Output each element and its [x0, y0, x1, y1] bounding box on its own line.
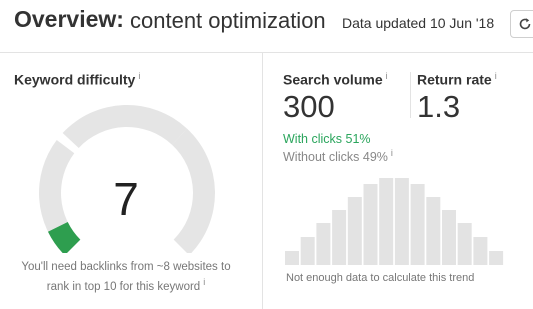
trend-bar	[379, 178, 394, 265]
info-icon[interactable]: i	[495, 71, 497, 81]
data-updated-text: Data updated 10 Jun '18	[342, 15, 495, 31]
return-rate-value: 1.3	[417, 89, 461, 124]
gauge-track-segment	[62, 105, 188, 148]
keyword-difficulty-value: 7	[113, 173, 139, 225]
trend-bar	[300, 237, 315, 265]
return-rate-label-text: Return rate	[417, 71, 492, 88]
trend-bar	[426, 197, 441, 265]
info-icon[interactable]: i	[391, 148, 393, 158]
page-title: content optimization	[130, 8, 326, 33]
trend-note: Not enough data to calculate this trend	[286, 272, 475, 284]
trend-chart	[285, 178, 504, 265]
search-volume-label: Search volume i	[283, 71, 388, 88]
trend-bar	[442, 210, 456, 265]
page-header: Overview: content optimization Data upda…	[0, 0, 533, 46]
panel-divider	[262, 53, 263, 309]
note-line-1: You'll need backlinks from ~8 websites t…	[21, 261, 231, 273]
trend-bar	[285, 251, 299, 265]
return-rate-label: Return rate i	[417, 71, 497, 88]
refresh-button[interactable]	[510, 10, 533, 38]
trend-bar	[410, 184, 425, 265]
trend-bar	[473, 237, 488, 265]
search-volume-value: 300	[283, 89, 335, 124]
trend-bar	[394, 178, 409, 265]
info-icon[interactable]: i	[203, 277, 205, 287]
return-rate-divider	[410, 72, 411, 118]
trend-bar	[347, 197, 362, 265]
trend-bar	[332, 210, 347, 265]
search-volume-label-text: Search volume	[283, 71, 383, 88]
trend-bar	[489, 251, 504, 265]
info-icon[interactable]: i	[386, 71, 388, 81]
refresh-icon	[519, 18, 531, 30]
trend-bar	[363, 184, 378, 265]
without-clicks-text: Without clicks 49% i	[283, 148, 393, 164]
with-clicks-text: With clicks 51%	[283, 132, 371, 146]
page-title-prefix: Overview:	[14, 6, 124, 32]
trend-bar	[457, 223, 472, 265]
trend-bar	[316, 223, 331, 265]
keyword-difficulty-note: You'll need backlinks from ~8 websites t…	[12, 260, 240, 295]
note-line-2: rank in top 10 for this keyword	[46, 280, 201, 293]
without-clicks-label: Without clicks 49%	[283, 150, 388, 165]
